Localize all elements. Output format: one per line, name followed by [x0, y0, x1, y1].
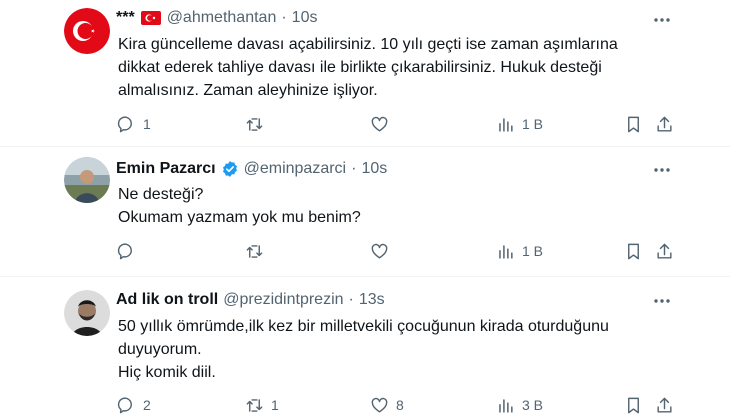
like-button[interactable]: [370, 113, 396, 135]
share-icon: [657, 397, 672, 413]
tweet-text-line: almalısınız. Zaman aleyhinize işliyor.: [118, 82, 378, 99]
views-icon: [499, 117, 513, 132]
tweet[interactable]: Ad lik on troll @prezidintprezin · 13s 5…: [0, 277, 730, 420]
action-bar: 1 1 B: [110, 113, 680, 135]
timestamp[interactable]: 10s: [361, 160, 387, 178]
tweet-text-line: Ne desteği?: [118, 186, 204, 203]
retweet-button[interactable]: [245, 240, 271, 262]
bookmark-icon: [628, 243, 639, 259]
tweet-text: Kira güncelleme davası açabilirsiniz. 10…: [118, 33, 678, 102]
reply-button[interactable]: 2: [117, 394, 151, 416]
retweet-icon: [246, 398, 263, 412]
view-count: 3 B: [522, 397, 544, 413]
tweet[interactable]: Emin Pazarcı @eminpazarci · 10s Ne deste…: [0, 147, 730, 276]
bookmark-icon: [628, 116, 639, 132]
view-count: 1 B: [522, 243, 544, 259]
more-icon[interactable]: [652, 291, 672, 311]
tweet-text: 50 yıllık ömrümde,ilk kez bir milletveki…: [118, 315, 678, 384]
like-button[interactable]: 8: [370, 394, 404, 416]
tweet-text-line: Hiç komik diil.: [118, 364, 216, 381]
separator-dot: ·: [348, 291, 354, 308]
reply-button[interactable]: 1: [117, 113, 151, 135]
retweet-count: 1: [271, 397, 279, 413]
like-count: 8: [396, 397, 404, 413]
heart-icon: [371, 243, 388, 259]
display-name[interactable]: ***: [116, 9, 135, 27]
retweet-button[interactable]: [245, 113, 271, 135]
share-button[interactable]: [655, 113, 674, 135]
tweet[interactable]: *** @ahmethantan · 10s Kira güncelleme d…: [0, 0, 730, 146]
bookmark-button[interactable]: [624, 240, 643, 262]
display-name[interactable]: Ad lik on troll: [116, 291, 218, 309]
action-bar: 2 1 8 3 B: [110, 394, 680, 416]
views-icon: [499, 398, 513, 413]
bookmark-button[interactable]: [624, 394, 643, 416]
tweet-text-line: dikkat ederek tahliye davası ile birlikt…: [118, 59, 602, 76]
reply-button[interactable]: [117, 240, 143, 262]
timestamp[interactable]: 10s: [292, 9, 318, 27]
views-button[interactable]: 1 B: [496, 240, 543, 262]
share-icon: [657, 243, 672, 259]
avatar[interactable]: [64, 8, 110, 54]
separator-dot: ·: [351, 160, 357, 177]
views-button[interactable]: 3 B: [496, 394, 543, 416]
separator-dot: ·: [281, 9, 287, 26]
reply-icon: [117, 243, 132, 259]
share-button[interactable]: [655, 240, 674, 262]
retweet-icon: [246, 244, 263, 258]
retweet-button[interactable]: 1: [245, 394, 279, 416]
heart-icon: [371, 116, 388, 132]
share-button[interactable]: [655, 394, 674, 416]
turkey-flag-icon: [140, 11, 161, 25]
more-icon[interactable]: [652, 160, 672, 180]
display-name[interactable]: Emin Pazarcı: [116, 160, 216, 178]
tweet-text-line: duyuyorum.: [118, 341, 202, 358]
more-icon[interactable]: [652, 10, 672, 30]
bookmark-button[interactable]: [624, 113, 643, 135]
reply-count: 2: [143, 397, 151, 413]
action-bar: 1 B: [110, 240, 680, 262]
views-button[interactable]: 1 B: [496, 113, 543, 135]
user-handle[interactable]: @ahmethantan: [167, 9, 277, 27]
user-handle[interactable]: @eminpazarci: [244, 160, 347, 178]
profile-photo: [64, 157, 110, 203]
avatar[interactable]: [64, 290, 110, 336]
turkey-flag-avatar: [64, 8, 110, 54]
tweet-text: Ne desteği? Okumam yazmam yok mu benim?: [118, 183, 678, 229]
tweet-text-line: Kira güncelleme davası açabilirsiniz. 10…: [118, 36, 618, 53]
share-icon: [657, 116, 672, 132]
avatar[interactable]: [64, 157, 110, 203]
verified-badge-icon: [221, 160, 239, 178]
reply-icon: [117, 397, 132, 413]
timestamp[interactable]: 13s: [359, 291, 385, 309]
retweet-icon: [246, 117, 263, 131]
views-icon: [499, 244, 513, 259]
like-button[interactable]: [370, 240, 396, 262]
user-handle[interactable]: @prezidintprezin: [223, 291, 343, 309]
bookmark-icon: [628, 397, 639, 413]
view-count: 1 B: [522, 116, 544, 132]
reply-icon: [117, 116, 132, 132]
reply-count: 1: [143, 116, 151, 132]
tweet-text-line: 50 yıllık ömrümde,ilk kez bir milletveki…: [118, 318, 609, 335]
tweet-text-line: Okumam yazmam yok mu benim?: [118, 209, 361, 226]
profile-photo: [64, 290, 110, 336]
heart-icon: [371, 397, 388, 413]
